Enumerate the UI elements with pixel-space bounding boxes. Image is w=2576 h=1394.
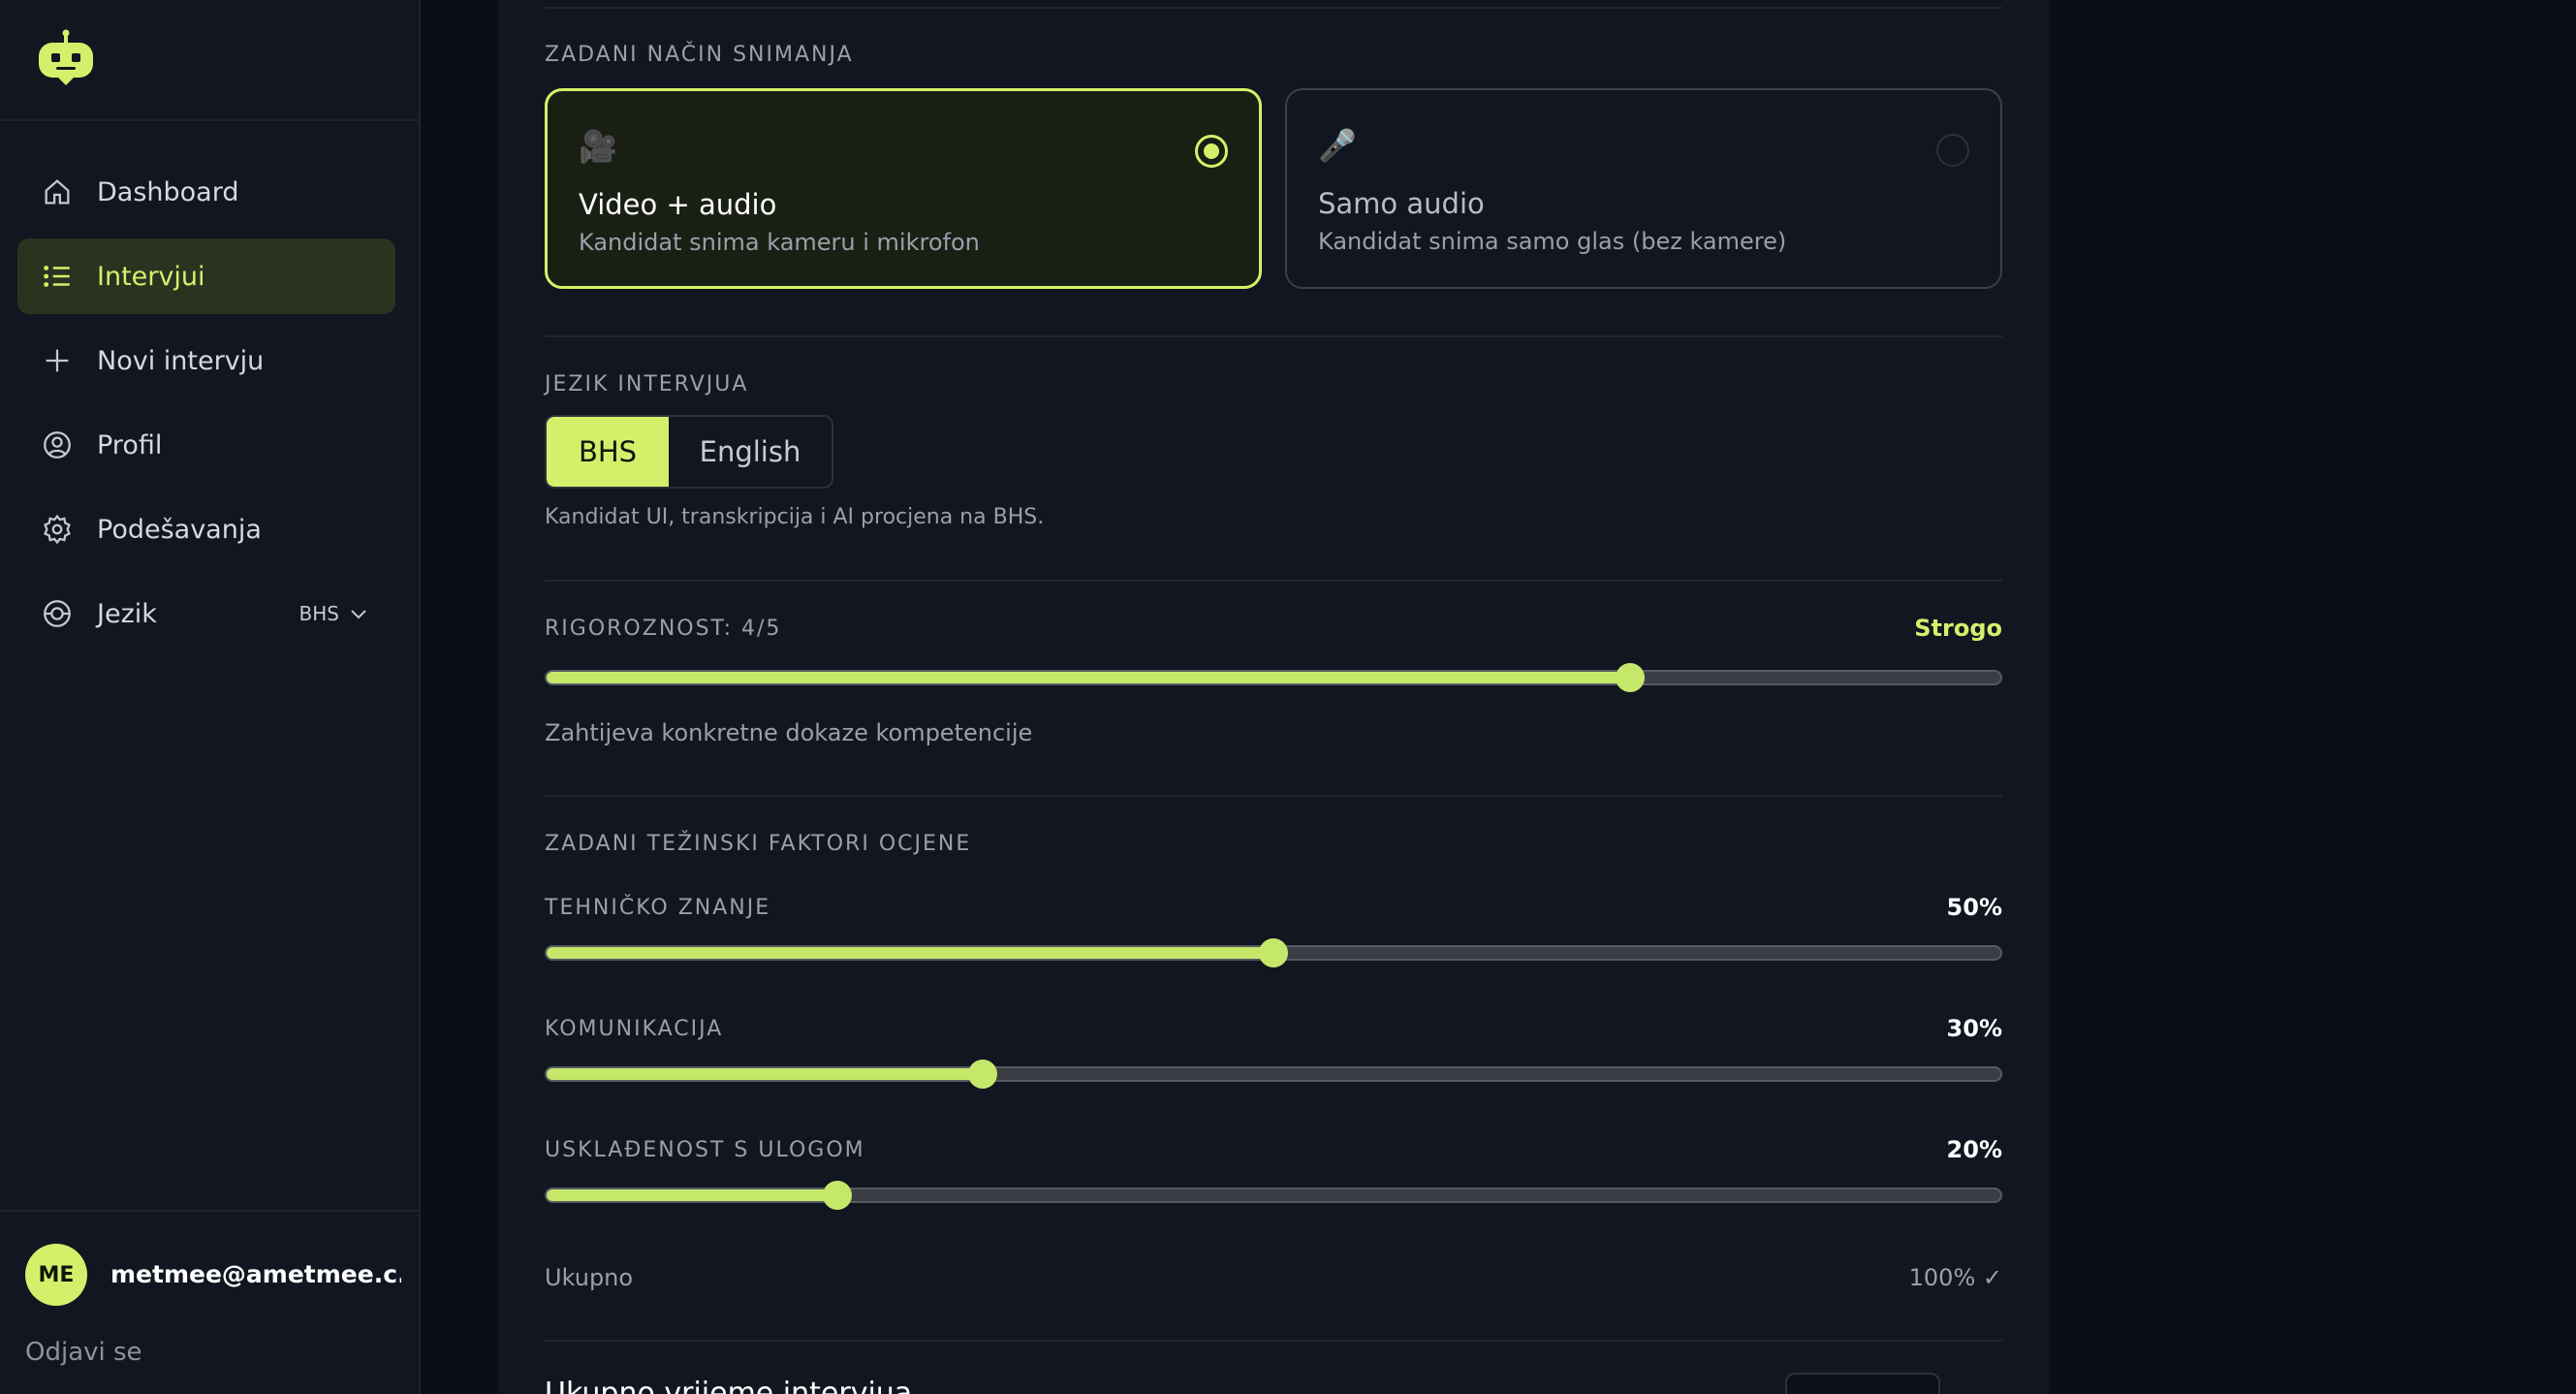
radio-selected[interactable]	[1195, 135, 1228, 168]
divider	[545, 7, 2002, 9]
language-option-bhs[interactable]: BHS	[547, 417, 669, 487]
video-camera-icon: 🎥	[579, 128, 617, 165]
weight-slider-technical[interactable]	[545, 938, 2002, 967]
rigor-level-text: Strogo	[1914, 615, 2002, 642]
language-section-label: JEZIK INTERVJUA	[545, 372, 749, 396]
language-toggle: BHS English	[545, 415, 833, 489]
slider-thumb[interactable]	[823, 1181, 852, 1210]
language-option-english[interactable]: English	[669, 417, 832, 487]
plus-icon	[41, 344, 74, 377]
sidebar-item-podesavanja[interactable]: Podešavanja	[17, 491, 395, 567]
user-email: metmee@ametmee.c...	[110, 1260, 401, 1288]
option-title: Video + audio	[579, 188, 777, 221]
gear-icon	[41, 513, 74, 546]
duration-input[interactable]	[1785, 1373, 1940, 1394]
slider-fill	[547, 1068, 983, 1080]
home-icon	[41, 175, 74, 208]
sidebar-item-label: Profil	[97, 429, 163, 460]
sidebar-item-jezik[interactable]: Jezik BHS	[17, 576, 395, 651]
rigor-slider[interactable]	[545, 663, 2002, 692]
recording-option-video-audio[interactable]: 🎥 Video + audio Kandidat snima kameru i …	[545, 88, 1262, 289]
user-circle-icon	[41, 428, 74, 461]
sidebar-nav: Dashboard Intervjui Novi intervju Profil…	[17, 154, 395, 660]
user-footer: ME metmee@ametmee.c... Odjavi se	[0, 1210, 419, 1394]
recording-option-audio-only[interactable]: 🎤 Samo audio Kandidat snima samo glas (b…	[1285, 88, 2002, 289]
robot-logo-icon[interactable]	[35, 29, 97, 87]
sidebar-item-label: Jezik	[97, 598, 157, 629]
weight-value-role-fit: 20%	[1946, 1136, 2002, 1163]
weights-total-label: Ukupno	[545, 1264, 634, 1291]
sidebar-item-label: Podešavanja	[97, 514, 262, 545]
recording-section-label: ZADANI NAČIN SNIMANJA	[545, 43, 854, 67]
slider-fill	[547, 947, 1273, 959]
language-value: BHS	[298, 602, 339, 625]
option-title: Samo audio	[1318, 187, 1485, 220]
microphone-icon: 🎤	[1318, 127, 1357, 164]
radio-unselected[interactable]	[1936, 134, 1969, 167]
weight-value-communication: 30%	[1946, 1015, 2002, 1042]
sidebar: Dashboard Intervjui Novi intervju Profil…	[0, 0, 421, 1394]
chevron-down-icon	[351, 610, 366, 619]
rigor-label: RIGOROZNOST: 4/5	[545, 617, 782, 641]
slider-fill	[547, 1189, 837, 1201]
option-subtitle: Kandidat snima kameru i mikrofon	[579, 229, 980, 256]
sidebar-item-label: Dashboard	[97, 176, 239, 207]
slider-thumb[interactable]	[1259, 938, 1288, 967]
sidebar-item-label: Novi intervju	[97, 345, 265, 376]
weights-total-value: 100% ✓	[1908, 1264, 2002, 1291]
slider-thumb[interactable]	[968, 1060, 997, 1089]
divider	[545, 580, 2002, 582]
sidebar-item-label: Intervjui	[97, 261, 205, 292]
sidebar-item-dashboard[interactable]: Dashboard	[17, 154, 395, 230]
weight-label-technical: TEHNIČKO ZNANJE	[545, 896, 771, 920]
globe-icon	[41, 597, 74, 630]
divider	[545, 795, 2002, 797]
weights-section-label: ZADANI TEŽINSKI FAKTORI OCJENE	[545, 832, 972, 856]
slider-fill	[547, 672, 1630, 683]
weight-slider-role-fit[interactable]	[545, 1181, 2002, 1210]
language-hint: Kandidat UI, transkripcija i AI procjena…	[545, 505, 1045, 529]
settings-panel: ZADANI NAČIN SNIMANJA 🎥 Video + audio Ka…	[498, 0, 2049, 1394]
weight-value-technical: 50%	[1946, 894, 2002, 921]
list-icon	[41, 260, 74, 293]
logout-link[interactable]: Odjavi se	[25, 1338, 142, 1367]
divider	[545, 335, 2002, 337]
sidebar-item-profil[interactable]: Profil	[17, 407, 395, 483]
avatar[interactable]: ME	[25, 1244, 87, 1306]
slider-thumb[interactable]	[1615, 663, 1645, 692]
sidebar-item-intervjui[interactable]: Intervjui	[17, 238, 395, 314]
weight-slider-communication[interactable]	[545, 1060, 2002, 1089]
weight-label-role-fit: USKLAĐENOST S ULOGOM	[545, 1138, 865, 1162]
duration-label: Ukupno vrijeme intervjua	[545, 1377, 913, 1394]
rigor-description: Zahtijeva konkretne dokaze kompetencije	[545, 719, 1033, 746]
logo-area	[0, 0, 419, 121]
sidebar-item-novi-intervju[interactable]: Novi intervju	[17, 323, 395, 398]
option-subtitle: Kandidat snima samo glas (bez kamere)	[1318, 228, 1787, 255]
weight-label-communication: KOMUNIKACIJA	[545, 1017, 724, 1041]
divider	[545, 1340, 2002, 1342]
